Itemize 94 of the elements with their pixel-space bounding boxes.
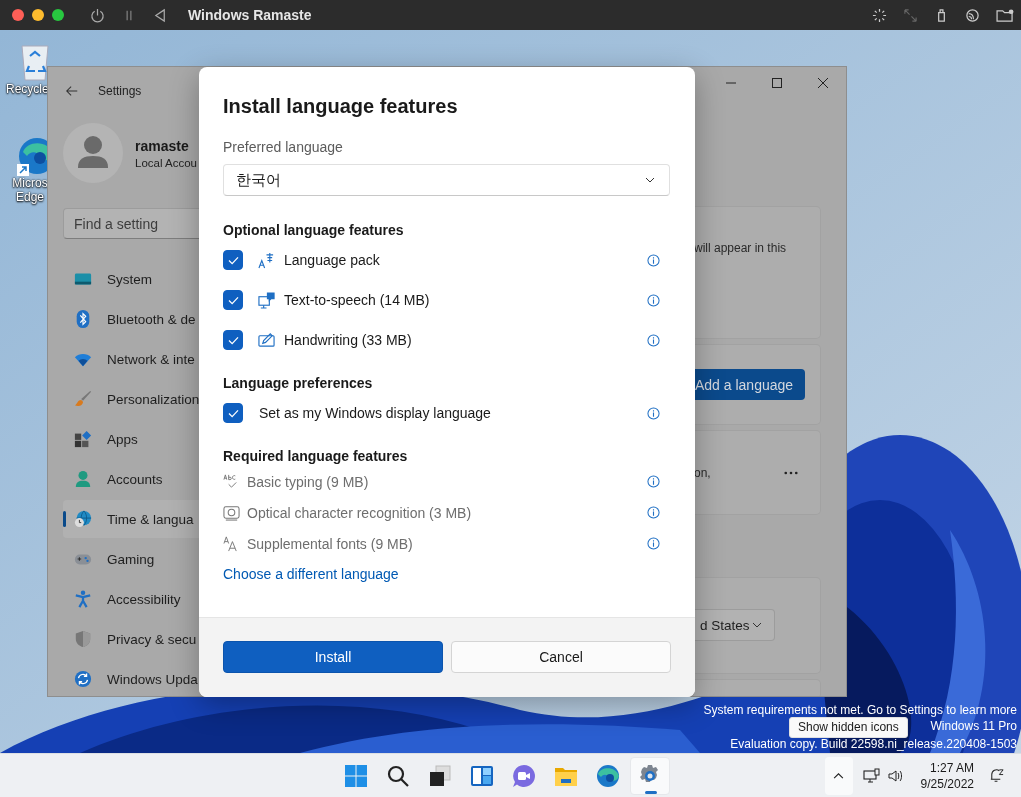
feature-label: Text-to-speech (14 MB) [284, 292, 430, 308]
close-button[interactable] [12, 9, 24, 21]
checkbox[interactable] [223, 403, 243, 423]
globe-clock-icon [74, 510, 92, 528]
tooltip: Show hidden icons [789, 717, 908, 738]
checkbox[interactable] [223, 250, 243, 270]
windows-logo-icon [344, 764, 368, 788]
cancel-button[interactable]: Cancel [451, 641, 671, 673]
nav-item[interactable]: Privacy & secu [63, 619, 200, 659]
clock-date[interactable]: 9/25/2022 [920, 775, 974, 792]
chevron-up-icon [833, 772, 845, 779]
account-type: Local Accou [135, 156, 197, 169]
card-text: will appear in this [694, 241, 787, 255]
activation-notice: Evaluation copy. Build 22598.ni_release.220408-1503 [730, 737, 1017, 751]
back-icon[interactable] [153, 7, 168, 23]
search-field[interactable]: Find a setting [63, 208, 200, 239]
section-heading: Required language features [223, 447, 408, 466]
check-icon [227, 335, 239, 345]
language-dropdown[interactable]: 한국어 [223, 164, 670, 196]
change-language-link[interactable]: Choose a different language [223, 564, 399, 584]
feature-label: Language pack [284, 252, 380, 268]
person-icon [74, 470, 92, 488]
bluetooth-icon [74, 310, 92, 328]
brush-icon [74, 390, 92, 408]
chevron-down-icon [645, 177, 655, 183]
language-icon [258, 251, 275, 269]
close-icon [818, 78, 828, 88]
card-text: on, [694, 465, 711, 480]
nav-item[interactable]: Time & langua [63, 500, 200, 538]
browser-icon [596, 764, 620, 788]
info-icon[interactable] [647, 333, 660, 347]
power-icon[interactable] [90, 7, 105, 23]
accessibility-icon [74, 590, 92, 608]
nav-item[interactable]: Bluetooth & de [63, 299, 200, 339]
chevron-down-icon [752, 622, 762, 628]
speech-icon [258, 291, 275, 309]
task-view-icon [428, 764, 452, 788]
back-icon[interactable] [65, 84, 79, 98]
info-icon[interactable] [647, 475, 660, 488]
preference-label: Set as my Windows display language [259, 405, 491, 421]
selection-indicator [63, 511, 66, 527]
nav-item[interactable]: Gaming [63, 539, 200, 579]
check-icon [227, 408, 239, 418]
nav-item[interactable]: Accounts [63, 459, 200, 499]
check-icon [227, 295, 239, 305]
app-title: Settings [98, 84, 142, 98]
camera-icon [223, 504, 240, 521]
nav-item[interactable]: Apps [63, 419, 200, 459]
activation-notice: System requirements not met. Go to Settings to learn more [703, 703, 1017, 717]
user-name: ramaste [135, 137, 190, 154]
font-icon [223, 535, 240, 552]
zoom-button[interactable] [52, 9, 64, 21]
info-icon[interactable] [647, 506, 660, 519]
section-heading: Language preferences [223, 374, 373, 393]
chat-icon [512, 764, 536, 788]
shield-icon [74, 630, 92, 648]
install-button[interactable]: Install [223, 641, 443, 673]
nav-item[interactable]: Personalization [63, 379, 200, 419]
dialog-title: Install language features [223, 94, 458, 119]
feature-label: Handwriting (33 MB) [284, 332, 412, 348]
minimize-button[interactable] [32, 9, 44, 21]
apps-icon [74, 430, 92, 448]
maximize-icon [772, 78, 782, 88]
clock-time[interactable]: 1:27 AM [929, 759, 974, 776]
search-icon [386, 764, 410, 788]
info-icon[interactable] [647, 253, 660, 267]
checkbox[interactable] [223, 330, 243, 350]
avatar [63, 123, 123, 183]
activation-notice: Windows 11 Pro [930, 719, 1017, 733]
nav-item[interactable]: Accessibility [63, 579, 200, 619]
check-icon [227, 255, 239, 265]
folder-icon[interactable] [996, 7, 1015, 23]
info-icon[interactable] [647, 293, 660, 307]
widgets-icon [470, 764, 494, 788]
pen-icon [258, 331, 275, 349]
active-indicator [645, 791, 657, 794]
update-icon [74, 670, 92, 688]
feature-label: Basic typing (9 MB) [247, 473, 369, 490]
feature-label: Optical character recognition (3 MB) [247, 504, 472, 521]
add-language-button[interactable]: Add a language [694, 369, 805, 400]
nav-item[interactable]: Windows Upda [63, 659, 200, 696]
nav-item[interactable]: System [63, 259, 200, 299]
info-icon[interactable] [647, 406, 660, 420]
more-icon[interactable] [784, 470, 798, 475]
checkbox[interactable] [223, 290, 243, 310]
notification-icon[interactable] [988, 767, 1005, 784]
section-heading: Optional language features [223, 221, 404, 240]
feature-label: Supplemental fonts (9 MB) [247, 535, 413, 552]
nav-item[interactable]: Network & inte [63, 339, 200, 379]
region-dropdown[interactable]: d States [694, 609, 775, 641]
volume-icon[interactable] [886, 767, 905, 784]
info-icon[interactable] [647, 537, 660, 550]
window-title: Windows Ramaste [188, 7, 312, 23]
field-label: Preferred language [223, 138, 343, 156]
